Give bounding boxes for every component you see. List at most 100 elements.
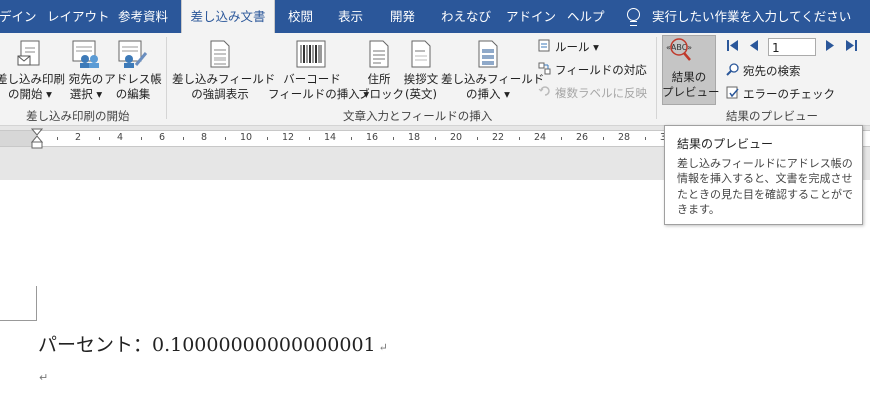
edit-list-label2: の編集 — [115, 87, 151, 101]
abc-magnifier-icon: «ABC» — [666, 38, 692, 61]
indent-marker-icon[interactable] — [31, 128, 43, 150]
group-label-preview: 結果のプレビュー — [726, 109, 818, 123]
ruler-tick — [267, 137, 268, 140]
margin-corner-mark — [36, 286, 37, 321]
ruler-number: 12 — [282, 132, 295, 143]
ribbon-tab-bar: デイン レイアウト 参考資料 差し込み文書 校閲 表示 開発 わえなび アドイン… — [0, 0, 870, 33]
svg-text:«ABC»: «ABC» — [666, 43, 692, 52]
check-errors-icon — [726, 86, 739, 99]
start-mail-merge-button[interactable]: 差し込み印刷 の開始 ▾ — [0, 35, 65, 105]
ruler-tick — [57, 137, 58, 140]
highlight-label2: の強調表示 — [191, 87, 249, 101]
barcode-icon — [296, 40, 326, 68]
insert-field-icon — [478, 40, 498, 68]
highlight-fields-button[interactable]: 差し込みフィールド の強調表示 — [172, 35, 276, 105]
ruler-tick — [183, 137, 184, 140]
document-mail-icon — [17, 40, 40, 66]
barcode-field-button[interactable]: バーコード フィールドの挿入 ▾ — [268, 35, 370, 105]
preview-label1: 結果の — [671, 70, 707, 84]
group-label-fields: 文章入力とフィールドの挿入 — [343, 109, 493, 123]
ruler-number: 14 — [324, 132, 337, 143]
tab-layout[interactable]: レイアウト — [47, 0, 110, 33]
preview-results-button[interactable]: «ABC» 結果の プレビュー — [662, 35, 720, 105]
highlight-fields-icon — [210, 40, 230, 68]
ruler-number: 2 — [75, 132, 82, 143]
previous-record-icon[interactable] — [747, 39, 760, 52]
paragraph-text: パーセント：0.10000000000000001 — [38, 334, 376, 356]
tooltip-body: 差し込みフィールドにアドレス帳の情報を挿入すると、文書を完成させたときの見た目を… — [677, 157, 853, 216]
start-mail-merge-label2: の開始 ▾ — [8, 87, 52, 101]
update-labels-button[interactable]: 複数ラベルに反映 — [555, 85, 647, 101]
insert-merge-field-button[interactable]: 差し込みフィールド の挿入 ▾ — [441, 35, 545, 105]
ruler-tick — [519, 137, 520, 140]
group-label-start: 差し込み印刷の開始 — [26, 109, 130, 123]
find-recipient-button[interactable]: 宛先の検索 — [743, 63, 801, 79]
greeting-line-button[interactable]: 挨拶文 (英文) — [401, 35, 441, 105]
ribbon: 差し込み印刷 の開始 ▾ 宛先の 選択 ▾ アドレス帳 の編集 差し込み印刷の開… — [0, 33, 870, 126]
ruler-number: 8 — [201, 132, 208, 143]
ruler-number: 6 — [159, 132, 166, 143]
start-mail-merge-label1: 差し込み印刷 — [0, 72, 65, 86]
ruler-tick — [477, 137, 478, 140]
edit-list-label1: アドレス帳 — [104, 72, 162, 86]
ruler-number: 10 — [240, 132, 253, 143]
ruler-tick — [225, 137, 226, 140]
ruler-number: 28 — [618, 132, 631, 143]
barcode-label1: バーコード — [283, 72, 341, 86]
paragraph-mark: ↵ — [378, 341, 388, 354]
edit-recipient-list-button[interactable]: アドレス帳 の編集 — [104, 35, 162, 105]
barcode-label2: フィールドの挿入 ▾ — [268, 87, 370, 101]
tab-view[interactable]: 表示 — [338, 0, 363, 33]
empty-paragraph-mark[interactable]: ↵ — [39, 371, 48, 384]
tab-design[interactable]: デイン — [0, 0, 37, 33]
tab-developer[interactable]: 開発 — [390, 0, 415, 33]
record-number-input[interactable]: 1 — [768, 38, 816, 56]
greeting-label2: (英文) — [405, 87, 437, 101]
insert-field-label2: の挿入 ▾ — [466, 87, 510, 101]
match-fields-button[interactable]: フィールドの対応 — [555, 62, 647, 78]
tab-addins[interactable]: アドイン — [506, 0, 556, 33]
tab-review[interactable]: 校閲 — [288, 0, 313, 33]
highlight-label1: 差し込みフィールド — [172, 72, 276, 86]
group-separator — [166, 37, 167, 119]
preview-tooltip: 結果のプレビュー 差し込みフィールドにアドレス帳の情報を挿入すると、文書を完成さ… — [664, 125, 863, 225]
ruler-tick — [351, 137, 352, 140]
document-paragraph[interactable]: パーセント：0.10000000000000001 ↵ — [38, 330, 388, 357]
tooltip-title: 結果のプレビュー — [677, 137, 774, 151]
ruler-tick — [99, 137, 100, 140]
address-block-button[interactable]: 住所 ブロック — [358, 35, 404, 105]
first-record-icon[interactable] — [726, 39, 739, 52]
ruler-number: 18 — [408, 132, 421, 143]
tab-mailings[interactable]: 差し込み文書 — [181, 0, 275, 33]
tab-references[interactable]: 参考資料 — [118, 0, 168, 33]
address-label2: ブロック — [358, 87, 404, 101]
match-fields-icon — [538, 62, 551, 75]
address-label1: 住所 — [367, 72, 391, 86]
ruler-number: 24 — [534, 132, 547, 143]
group-separator — [656, 37, 657, 119]
ruler-tick — [645, 137, 646, 140]
insert-field-label1: 差し込みフィールド — [441, 72, 545, 86]
ruler-tick — [435, 137, 436, 140]
select-recipients-button[interactable]: 宛先の 選択 ▾ — [65, 35, 107, 105]
tab-help[interactable]: ヘルプ — [567, 0, 605, 33]
tell-me-box[interactable]: 実行したい作業を入力してください — [652, 0, 851, 33]
ruler-number: 20 — [450, 132, 463, 143]
greeting-label1: 挨拶文 — [403, 72, 439, 86]
tab-waenavi[interactable]: わえなび — [441, 0, 491, 33]
ruler-tick — [603, 137, 604, 140]
preview-label2: プレビュー — [662, 85, 720, 99]
ruler-number: 26 — [576, 132, 589, 143]
address-block-icon — [369, 40, 389, 68]
ruler-tick — [309, 137, 310, 140]
margin-corner-mark — [0, 320, 37, 321]
lightbulb-icon — [627, 8, 640, 26]
greeting-line-icon — [411, 40, 431, 68]
update-labels-icon — [538, 86, 550, 96]
last-record-icon[interactable] — [845, 39, 858, 52]
ruler-number: 22 — [492, 132, 505, 143]
next-record-icon[interactable] — [824, 39, 837, 52]
edit-list-icon — [118, 40, 148, 68]
rules-button[interactable]: ルール ▾ — [555, 39, 599, 55]
check-errors-button[interactable]: エラーのチェック — [743, 86, 835, 102]
